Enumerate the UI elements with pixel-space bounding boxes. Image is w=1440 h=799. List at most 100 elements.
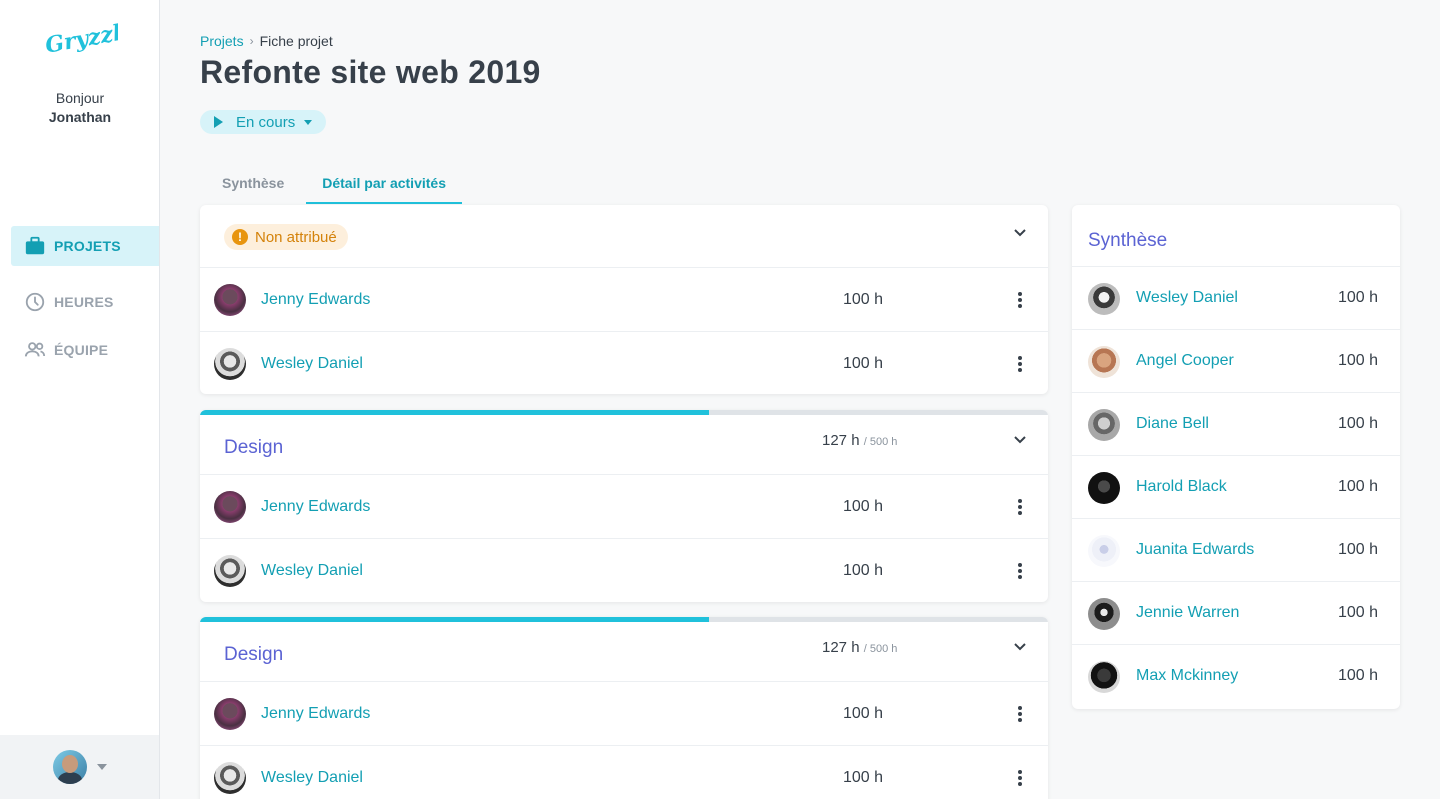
more-options-icon[interactable] [1015,768,1025,788]
clock-icon [25,292,45,312]
table-row[interactable]: Wesley Daniel 100 h [200,746,1048,799]
list-item[interactable]: Juanita Edwards 100 h [1072,519,1400,582]
person-hours: 100 h [843,769,884,786]
progress-bar [200,410,1048,415]
person-name[interactable]: Wesley Daniel [261,355,363,373]
person-name[interactable]: Wesley Daniel [261,562,363,580]
greeting-text: Bonjour [55,90,105,106]
unassigned-label: Non attribué [255,228,337,246]
list-item[interactable]: Diane Bell 100 h [1072,393,1400,456]
activity-title: Design [224,437,284,458]
person-hours: 100 h [1338,415,1379,432]
list-item[interactable]: Harold Black 100 h [1072,456,1400,519]
tab-detail-activites[interactable]: Détail par activités [306,170,462,204]
greeting: Bonjour Jonathan [0,89,160,127]
chevron-down-icon[interactable] [1012,225,1028,241]
nav-item-equipe[interactable]: ÉQUIPE [11,330,159,370]
breadcrumb-current: Fiche projet [259,33,333,49]
avatar [214,555,246,587]
person-name[interactable]: Harold Black [1136,478,1227,496]
hours-budget: / 500 h [863,643,898,655]
table-row[interactable]: Jenny Edwards 100 h [200,682,1048,746]
person-name[interactable]: Jenny Edwards [261,498,370,516]
list-item[interactable]: Wesley Daniel 100 h [1072,267,1400,330]
hours-spent: 127 h [822,639,860,656]
list-item[interactable]: Angel Cooper 100 h [1072,330,1400,393]
more-options-icon[interactable] [1015,704,1025,724]
more-options-icon[interactable] [1015,561,1025,581]
summary-title: Synthèse [1072,205,1400,267]
table-row[interactable]: Jenny Edwards 100 h [200,268,1048,332]
status-label: En cours [236,113,296,131]
person-name[interactable]: Max Mckinney [1136,667,1238,685]
activity-card: Design 127 h / 500 h Jenny Edwards 100 h… [200,617,1048,799]
user-name: Jonathan [48,109,112,125]
activity-hours: 127 h / 500 h [822,432,897,449]
nav-item-projets[interactable]: PROJETS [11,226,159,266]
team-icon [24,342,46,357]
activity-header[interactable]: Design 127 h / 500 h [200,617,1048,682]
chevron-down-icon[interactable] [1012,639,1028,655]
activity-card: Design 127 h / 500 h Jenny Edwards 100 h… [200,410,1048,602]
breadcrumb-link-projets[interactable]: Projets [200,33,244,49]
nav-label-projets: PROJETS [54,238,121,254]
activity-card: ! Non attribué Jenny Edwards 100 h Wesle… [200,205,1048,394]
avatar [1088,535,1120,567]
avatar [1088,283,1120,315]
more-options-icon[interactable] [1015,354,1025,374]
activity-hours: 127 h / 500 h [822,639,897,656]
unassigned-badge: ! Non attribué [224,224,348,250]
avatar[interactable] [52,750,87,784]
avatar [214,348,246,380]
person-name[interactable]: Jennie Warren [1136,604,1239,622]
person-name[interactable]: Angel Cooper [1136,352,1234,370]
caret-down-icon[interactable] [96,764,107,770]
avatar [214,762,246,794]
person-name[interactable]: Juanita Edwards [1136,541,1254,559]
nav-item-heures[interactable]: HEURES [11,282,159,322]
progress-bar [200,617,1048,622]
person-hours: 100 h [1338,541,1379,558]
warning-icon: ! [232,229,248,245]
progress-fill [200,617,709,622]
more-options-icon[interactable] [1015,497,1025,517]
sidebar: Gryzzly Bonjour Jonathan PROJETS HEURES … [0,0,160,799]
person-hours: 100 h [1338,289,1379,306]
chevron-down-icon[interactable] [1012,432,1028,448]
person-hours: 100 h [1338,604,1379,621]
person-name[interactable]: Diane Bell [1136,415,1209,433]
table-row[interactable]: Wesley Daniel 100 h [200,332,1048,394]
list-item[interactable]: Jennie Warren 100 h [1072,582,1400,645]
person-name[interactable]: Wesley Daniel [1136,289,1238,307]
nav-label-heures: HEURES [54,294,114,310]
avatar [1088,472,1120,504]
progress-fill [200,410,709,415]
user-menu[interactable] [0,735,159,799]
play-icon [214,116,223,128]
more-options-icon[interactable] [1015,290,1025,310]
status-dropdown[interactable]: En cours [200,110,326,134]
person-name[interactable]: Wesley Daniel [261,769,363,787]
tabs: Synthèse Détail par activités [200,170,462,204]
chevron-right-icon: › [249,34,254,48]
person-hours: 100 h [1338,667,1379,684]
gryzzly-logo[interactable]: Gryzzly [44,16,118,66]
person-hours: 100 h [843,704,884,722]
person-name[interactable]: Jenny Edwards [261,705,370,723]
person-hours: 100 h [843,562,884,579]
person-name[interactable]: Jenny Edwards [261,291,370,309]
activity-title: Design [224,644,284,665]
activity-header[interactable]: Design 127 h / 500 h [200,410,1048,475]
hours-spent: 127 h [822,432,860,449]
nav-label-equipe: ÉQUIPE [54,342,109,358]
list-item[interactable]: Max Mckinney 100 h [1072,645,1400,708]
breadcrumb: Projets › Fiche projet [200,33,333,49]
tab-synthese[interactable]: Synthèse [200,170,306,204]
avatar [1088,661,1120,693]
person-hours: 100 h [1338,352,1379,369]
activity-header[interactable]: ! Non attribué [200,205,1048,268]
table-row[interactable]: Jenny Edwards 100 h [200,475,1048,539]
table-row[interactable]: Wesley Daniel 100 h [200,539,1048,602]
summary-panel: Synthèse Wesley Daniel 100 h Angel Coope… [1072,205,1400,709]
avatar [1088,598,1120,630]
